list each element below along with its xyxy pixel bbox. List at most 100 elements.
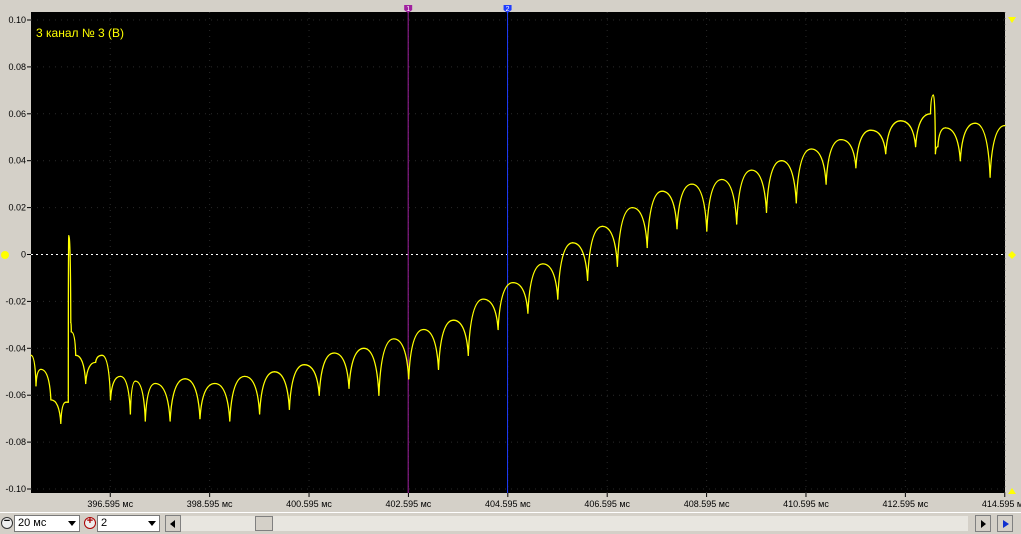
zoom-out-button[interactable]: − xyxy=(1,515,13,529)
data-point xyxy=(616,265,618,267)
data-point xyxy=(214,382,216,385)
data-point xyxy=(258,413,261,415)
y-tick-label: 0.02 xyxy=(8,203,26,213)
data-point xyxy=(795,202,797,204)
data-point xyxy=(929,113,932,115)
data-point xyxy=(840,138,842,141)
horizontal-scroll-thumb[interactable] xyxy=(255,516,273,531)
data-point xyxy=(229,420,231,422)
data-point xyxy=(512,282,514,284)
data-point xyxy=(914,146,917,148)
data-point xyxy=(144,420,146,422)
y-tick-label: -0.08 xyxy=(5,437,26,447)
data-point xyxy=(932,94,935,96)
oscilloscope-chart[interactable]: 0.10 0.08 0.06 0.04 0.02 0 -0.02 -0.04 -0.06 -0.0… xyxy=(0,0,1021,512)
bottom-toolbar: − 20 мс + 2 xyxy=(0,512,1021,534)
x-tick-label: 400.595 мс xyxy=(286,499,332,509)
data-point xyxy=(542,263,544,265)
x-tick-label: 402.595 мс xyxy=(386,499,432,509)
data-point xyxy=(855,167,857,169)
data-point xyxy=(393,338,395,340)
data-point xyxy=(765,211,768,213)
data-point xyxy=(67,401,69,403)
top-limit-marker[interactable] xyxy=(1008,17,1016,23)
data-point xyxy=(30,354,32,356)
zero-level-marker-right[interactable] xyxy=(1008,251,1016,259)
data-point xyxy=(706,230,708,232)
bottom-limit-marker[interactable] xyxy=(1008,488,1016,494)
cursor-label: 2 xyxy=(506,6,510,13)
data-point xyxy=(944,127,946,129)
data-point xyxy=(691,183,693,185)
data-point xyxy=(50,399,52,401)
x-axis: 396.595 мс 398.595 мс 400.595 мс 402.595 мс… xyxy=(87,493,1021,509)
data-point xyxy=(134,380,136,382)
data-point xyxy=(676,228,678,230)
horizontal-scroll-track[interactable] xyxy=(181,516,968,531)
y-tick-label: -0.02 xyxy=(5,296,26,306)
x-tick-label: 396.595 мс xyxy=(87,499,133,509)
data-point xyxy=(68,235,70,237)
x-tick-label: 404.595 мс xyxy=(485,499,531,509)
data-point xyxy=(646,246,648,249)
data-point xyxy=(109,399,112,401)
play-icon xyxy=(1003,520,1009,528)
play-button[interactable] xyxy=(997,515,1013,532)
timebase-value: 20 мс xyxy=(18,517,47,529)
data-point xyxy=(934,153,937,155)
y-tick-label: 0.04 xyxy=(8,156,26,166)
data-point xyxy=(1004,124,1006,127)
data-point xyxy=(244,375,246,378)
chevron-down-icon xyxy=(68,521,76,526)
data-point xyxy=(408,378,410,380)
data-point xyxy=(288,408,291,410)
y-tick-label: -0.06 xyxy=(5,390,26,400)
y-axis: 0.10 0.08 0.06 0.04 0.02 0 -0.02 -0.04 -0.06 -0.0… xyxy=(5,15,31,494)
data-point xyxy=(989,176,991,178)
y-tick-label: 0.06 xyxy=(8,109,26,119)
data-point xyxy=(129,413,131,415)
data-point xyxy=(900,120,902,122)
data-point xyxy=(601,225,604,227)
data-point xyxy=(75,354,77,356)
data-point xyxy=(378,394,380,396)
data-point xyxy=(467,354,469,356)
scroll-left-button[interactable] xyxy=(165,515,181,532)
zero-level-marker[interactable] xyxy=(1,251,9,259)
y-tick-label: 0.08 xyxy=(8,62,26,72)
y-tick-label: 0 xyxy=(21,250,26,260)
data-point xyxy=(95,361,97,363)
y-tick-label: 0.10 xyxy=(8,15,26,25)
cursor-label: 1 xyxy=(406,6,410,13)
data-point xyxy=(422,328,425,331)
oscilloscope-panel: 0.10 0.08 0.06 0.04 0.02 0 -0.02 -0.04 -0.06 -0.0… xyxy=(0,0,1021,512)
data-point xyxy=(273,371,276,373)
timebase-select[interactable]: 20 мс xyxy=(14,515,80,532)
y-tick-label: -0.04 xyxy=(5,343,26,353)
data-point xyxy=(70,321,72,324)
x-tick-label: 398.595 мс xyxy=(187,499,233,509)
chevron-down-icon xyxy=(148,521,156,526)
y-tick-label: -0.10 xyxy=(5,484,26,494)
data-point xyxy=(119,375,122,378)
data-point xyxy=(586,279,589,281)
data-point xyxy=(303,364,305,366)
x-tick-label: 414.595 мс xyxy=(982,499,1021,509)
data-point xyxy=(557,298,559,300)
plot-background xyxy=(31,12,1005,493)
channel-select[interactable]: 2 xyxy=(97,515,160,532)
data-point xyxy=(631,207,633,209)
data-point xyxy=(184,378,186,380)
data-point xyxy=(527,312,529,314)
zoom-in-symbol: + xyxy=(86,515,94,527)
data-point xyxy=(363,347,365,349)
scroll-right-button[interactable] xyxy=(975,515,991,532)
x-tick-label: 410.595 мс xyxy=(783,499,829,509)
data-point xyxy=(169,420,171,422)
data-point xyxy=(885,153,887,155)
data-point xyxy=(959,160,961,162)
zoom-in-button[interactable]: + xyxy=(84,515,96,529)
x-tick-label: 406.595 мс xyxy=(584,499,630,509)
data-point xyxy=(101,354,103,356)
data-point xyxy=(318,394,320,396)
